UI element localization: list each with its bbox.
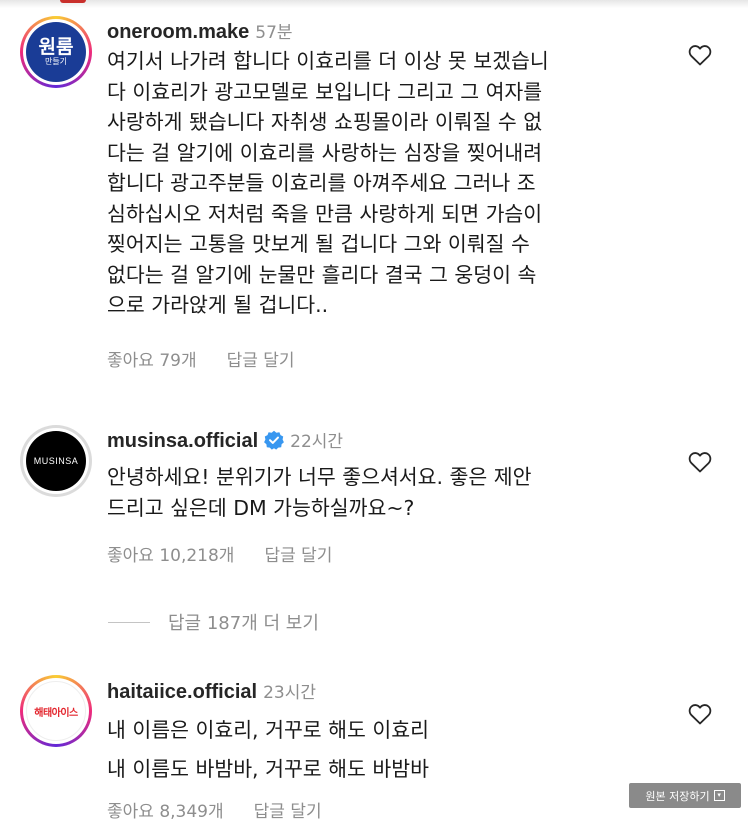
comment-time: 23시간 — [263, 683, 316, 703]
comment-text: 여기서 나가려 합니다 이효리를 더 이상 못 보겠습니 다 이효리가 광고모델… — [107, 49, 549, 317]
heart-outline-icon[interactable] — [688, 703, 712, 725]
avatar[interactable]: MUSINSA — [20, 425, 92, 497]
verified-badge-icon — [264, 430, 285, 450]
likes-count[interactable]: 좋아요 8,349개 — [107, 797, 224, 822]
likes-count[interactable]: 좋아요 10,218개 — [107, 541, 234, 566]
username[interactable]: oneroom.make — [107, 21, 249, 43]
username[interactable]: musinsa.official — [107, 430, 258, 452]
download-icon: ▾ — [713, 790, 725, 801]
comment-meta: 좋아요 79개 답글 달기 — [107, 346, 295, 371]
avatar-logo-subtext: 만들기 — [44, 57, 68, 66]
heart-outline-icon[interactable] — [688, 44, 712, 66]
avatar-logo-text: MUSINSA — [33, 456, 79, 466]
comment-text: 내 이름은 이효리, 거꾸로 해도 이효리 내 이름도 바밤바, 거꾸로 해도 … — [107, 718, 429, 781]
comment-header: musinsa.official 22시간 — [107, 427, 343, 453]
top-edge-accent — [60, 0, 86, 3]
comment-header: oneroom.make 57분 — [107, 18, 293, 44]
comment-time: 57분 — [255, 23, 293, 43]
reply-button[interactable]: 답글 달기 — [254, 797, 322, 822]
view-more-replies-label: 답글 187개 더 보기 — [168, 613, 319, 634]
comment-text: 안녕하세요! 분위기가 너무 좋으셔서요. 좋은 제안 드리고 싶은데 DM 가… — [107, 465, 532, 520]
view-more-replies[interactable]: 답글 187개 더 보기 — [108, 609, 319, 635]
reply-button[interactable]: 답글 달기 — [264, 541, 332, 566]
likes-count[interactable]: 좋아요 79개 — [107, 346, 197, 371]
avatar[interactable]: 원룸 만들기 — [20, 16, 92, 88]
username[interactable]: haitaiice.official — [107, 681, 257, 703]
save-original-label: 원본 저장하기 — [645, 789, 710, 803]
reply-button[interactable]: 답글 달기 — [227, 346, 295, 371]
avatar-logo-text: 원룸 — [38, 36, 74, 58]
save-original-button[interactable]: 원본 저장하기 ▾ — [629, 783, 741, 808]
avatar-logo-text: 해태아이스 — [34, 707, 78, 719]
comment-header: haitaiice.official 23시간 — [107, 678, 316, 704]
comment-meta: 좋아요 10,218개 답글 달기 — [107, 541, 332, 566]
comment-time: 22시간 — [290, 432, 344, 452]
replies-divider — [108, 621, 150, 623]
heart-outline-icon[interactable] — [688, 451, 712, 473]
avatar[interactable]: 해태아이스 — [20, 675, 92, 747]
comment-meta: 좋아요 8,349개 답글 달기 — [107, 797, 322, 822]
top-edge — [0, 0, 748, 8]
